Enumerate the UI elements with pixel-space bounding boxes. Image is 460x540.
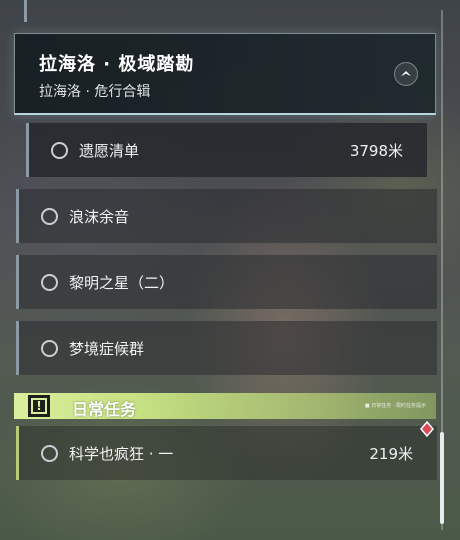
quest-subtitle: 拉海洛 · 危行合辑 [39, 84, 151, 100]
exclamation-icon: ! [28, 395, 50, 417]
task-label: 科学也疯狂 · 一 [69, 445, 174, 463]
collapse-button[interactable] [394, 62, 418, 86]
chevron-up-icon [401, 71, 411, 76]
quest-title: 拉海洛 · 极域踏勘 [39, 54, 195, 75]
daily-tasks-tag: ■ 日常任务 · 限时任务提示 [364, 403, 426, 409]
task-row[interactable]: 浪沫余音 [16, 189, 437, 243]
circle-icon [51, 142, 68, 159]
circle-icon [41, 208, 58, 225]
task-distance: 219米 [369, 445, 413, 463]
tracker-connector-line [24, 0, 27, 22]
task-row[interactable]: 梦境症候群 [16, 321, 437, 375]
daily-tasks-title: 日常任务 [72, 400, 137, 419]
daily-tasks-header[interactable]: ! 日常任务 ■ 日常任务 · 限时任务提示 [14, 393, 436, 419]
quest-header[interactable]: 拉海洛 · 极域踏勘 拉海洛 · 危行合辑 [14, 33, 436, 115]
task-label: 梦境症候群 [69, 340, 145, 358]
daily-task-row[interactable]: 科学也疯狂 · 一 219米 [16, 426, 437, 480]
task-label: 遗愿清单 [79, 142, 140, 160]
task-label: 黎明之星（二） [69, 274, 175, 292]
circle-icon [41, 340, 58, 357]
circle-icon [41, 274, 58, 291]
circle-icon [41, 445, 58, 462]
scrollbar-thumb[interactable] [440, 432, 444, 524]
task-row[interactable]: 黎明之星（二） [16, 255, 437, 309]
task-label: 浪沫余音 [69, 208, 130, 226]
diamond-marker-icon [420, 421, 434, 437]
subtask-row[interactable]: 遗愿清单 3798米 [26, 123, 427, 177]
task-distance: 3798米 [349, 142, 403, 160]
